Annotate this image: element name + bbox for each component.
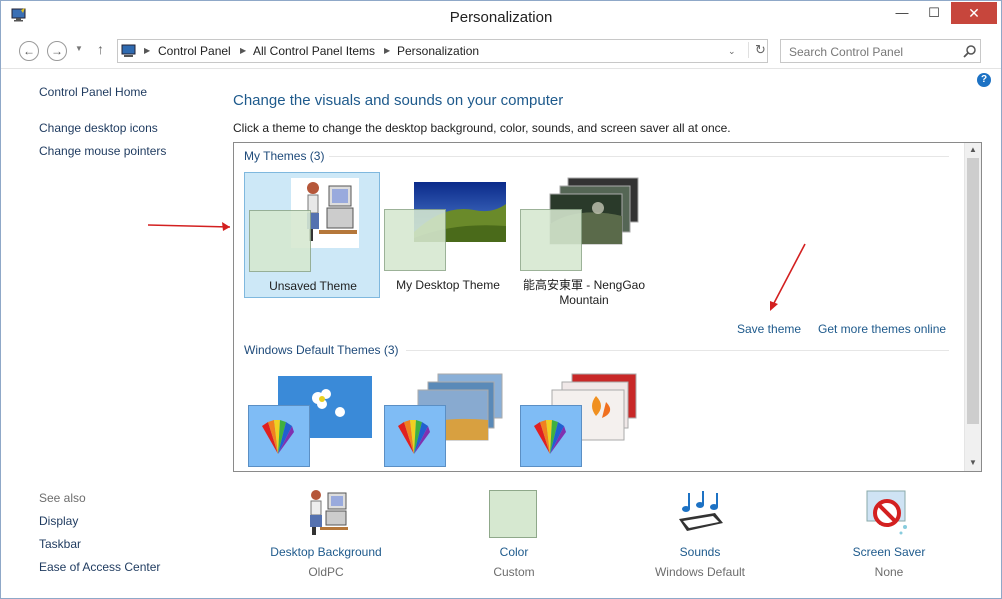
see-also-display[interactable]: Display <box>39 514 78 528</box>
forward-icon[interactable]: → <box>47 41 67 61</box>
color-label[interactable]: Color <box>434 545 594 559</box>
refresh-icon[interactable]: ↻ <box>748 42 766 58</box>
theme-flowers[interactable] <box>516 368 652 468</box>
theme-name: 能高安東軍 - NengGao Mountain <box>522 278 646 307</box>
sounds-value: Windows Default <box>654 565 746 579</box>
scroll-thumb[interactable] <box>967 158 979 424</box>
content-area: ? Control Panel Home Change desktop icon… <box>1 69 1001 598</box>
breadcrumb-separator-icon: ▶ <box>240 46 247 55</box>
themes-list[interactable]: My Themes (3) Unsaved Theme My Desktop T… <box>233 142 982 472</box>
control-panel-icon <box>121 44 136 57</box>
theme-name: My Desktop Theme <box>396 278 500 292</box>
color-wheel-icon <box>262 420 294 454</box>
recent-pages-icon[interactable]: ▼ <box>75 44 83 53</box>
scroll-up-icon[interactable]: ▲ <box>965 143 981 157</box>
theme-unsaved[interactable]: Unsaved Theme <box>244 172 380 298</box>
annotation-arrow-left <box>147 222 231 231</box>
sounds-icon <box>679 491 723 531</box>
title-bar: Personalization — ☐ ✕ <box>1 1 1001 33</box>
back-icon[interactable]: ← <box>19 41 39 61</box>
breadcrumb-separator-icon: ▶ <box>384 46 391 55</box>
color-swatch-preview <box>249 210 311 272</box>
scroll-down-icon[interactable]: ▼ <box>965 456 981 470</box>
breadcrumb-control-panel[interactable]: Control Panel <box>158 44 231 58</box>
screen-saver-value: None <box>874 565 904 579</box>
close-button[interactable]: ✕ <box>951 2 997 24</box>
section-divider <box>329 156 949 157</box>
color-swatch-preview <box>520 209 582 271</box>
color-swatch-preview <box>384 209 446 271</box>
minimize-button[interactable]: — <box>887 2 917 24</box>
save-theme-link[interactable]: Save theme <box>737 322 801 336</box>
screen-saver-icon <box>866 490 907 535</box>
color-wheel-icon <box>398 420 430 454</box>
color-wheel-icon <box>534 420 566 454</box>
address-bar[interactable]: ▶ Control Panel ▶ All Control Panel Item… <box>117 39 768 63</box>
default-themes-label: Windows Default Themes (3) <box>244 343 399 357</box>
window-title: Personalization <box>449 9 553 26</box>
breadcrumb-separator-icon: ▶ <box>144 46 151 55</box>
color-icon <box>489 490 537 538</box>
page-description: Click a theme to change the desktop back… <box>233 121 731 135</box>
up-icon[interactable]: ↑ <box>97 41 104 57</box>
sounds-label[interactable]: Sounds <box>620 545 780 559</box>
get-more-themes-link[interactable]: Get more themes online <box>818 322 946 336</box>
annotation-arrow-save <box>770 243 806 311</box>
help-icon[interactable]: ? <box>977 73 991 87</box>
theme-windows-default[interactable] <box>244 368 380 468</box>
themes-scrollbar[interactable]: ▲ ▼ <box>964 143 981 471</box>
theme-name: Unsaved Theme <box>269 279 357 293</box>
search-input[interactable]: Search Control Panel <box>789 45 903 59</box>
theme-earth[interactable] <box>380 368 516 468</box>
desktop-background-icon <box>310 490 348 535</box>
navigation-bar: ← → ▼ ↑ ▶ Control Panel ▶ All Control Pa… <box>1 33 1001 69</box>
desktop-background-value: OldPC <box>308 565 344 579</box>
sidebar-change-desktop-icons[interactable]: Change desktop icons <box>39 121 158 135</box>
search-icon[interactable] <box>963 44 977 58</box>
search-box[interactable]: Search Control Panel <box>780 39 981 63</box>
maximize-button[interactable]: ☐ <box>919 2 949 24</box>
color-value: Custom <box>493 565 535 579</box>
theme-my-desktop[interactable]: My Desktop Theme <box>380 172 516 298</box>
breadcrumb-all-items[interactable]: All Control Panel Items <box>253 44 375 58</box>
desktop-background-label[interactable]: Desktop Background <box>246 545 406 559</box>
personalization-window: Personalization — ☐ ✕ ← → ▼ ↑ ▶ Control … <box>0 0 1002 599</box>
breadcrumb-personalization[interactable]: Personalization <box>397 44 479 58</box>
screen-saver-label[interactable]: Screen Saver <box>809 545 969 559</box>
my-themes-label: My Themes (3) <box>244 149 325 163</box>
section-divider <box>406 350 949 351</box>
sidebar-control-panel-home[interactable]: Control Panel Home <box>39 85 147 99</box>
see-also-ease-of-access[interactable]: Ease of Access Center <box>39 560 160 574</box>
see-also-label: See also <box>39 491 86 505</box>
theme-nenggao-mountain[interactable]: 能高安東軍 - NengGao Mountain <box>516 172 652 307</box>
see-also-taskbar[interactable]: Taskbar <box>39 537 81 551</box>
address-dropdown-icon[interactable]: ⌄ <box>728 46 736 57</box>
page-title: Change the visuals and sounds on your co… <box>233 92 564 109</box>
sidebar-change-mouse-pointers[interactable]: Change mouse pointers <box>39 144 166 158</box>
